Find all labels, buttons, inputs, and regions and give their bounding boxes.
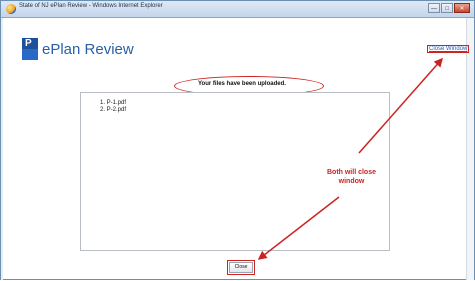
ie-icon [6,4,16,14]
annotation-callout: Both will close window [320,168,383,186]
close-button[interactable]: Close [227,260,255,275]
vertical-scrollbar[interactable] [466,18,474,280]
close-window-link[interactable]: Close Window [426,45,470,53]
window-title: State of NJ ePlan Review - Windows Inter… [19,3,163,9]
browser-window: State of NJ ePlan Review - Windows Inter… [0,0,475,280]
window-left-edge [1,18,3,280]
logo-letter: P [25,38,32,49]
close-window-button[interactable]: ✕ [454,3,470,13]
minimize-button[interactable]: — [428,3,440,13]
nj-logo: P [22,38,38,60]
annotation-line-2: window [338,178,365,185]
file-item: 2. P-2.pdf [100,107,127,113]
maximize-button[interactable]: □ [441,3,453,13]
annotation-line-1: Both will close [326,169,376,176]
logo-bottom-block [22,49,38,60]
window-controls: — □ ✕ [428,3,470,13]
title-bar: State of NJ ePlan Review - Windows Inter… [1,1,474,18]
page-title: ePlan Review [42,41,134,58]
file-item: 1. P-1.pdf [100,100,127,106]
upload-success-message: Your files have been uploaded. [198,81,286,87]
uploaded-files-list: 1. P-1.pdf 2. P-2.pdf [92,100,126,114]
